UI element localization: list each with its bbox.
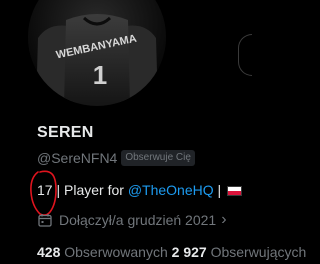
header-edge bbox=[238, 34, 252, 76]
poland-flag-icon bbox=[227, 186, 243, 196]
following-label: Obserwowanych bbox=[60, 244, 168, 260]
profile-avatar[interactable]: WEMBANYAMA 1 bbox=[28, 0, 166, 106]
jersey-number: 1 bbox=[93, 60, 107, 90]
followers-label: Obserwujących bbox=[206, 244, 307, 260]
joined-date: Dołączył/a grudzień 2021 bbox=[59, 212, 217, 228]
follow-stats: 428 Obserwowanych 2 927 Obserwujących bbox=[37, 244, 306, 264]
followers-count: 2 927 bbox=[171, 244, 207, 260]
following-count: 428 bbox=[37, 244, 61, 260]
bio-text: Player for bbox=[64, 182, 128, 198]
user-handle: @SereNFN4 bbox=[37, 150, 118, 166]
bio-number: 17 bbox=[37, 182, 53, 198]
following-link[interactable]: 428 Obserwowanych bbox=[37, 244, 168, 260]
calendar-icon bbox=[38, 214, 52, 227]
followers-link[interactable]: 2 927 Obserwujących bbox=[172, 244, 307, 260]
follows-you-badge: Obserwuje Cię bbox=[121, 150, 195, 166]
bio-mention-link[interactable]: @TheOneHQ bbox=[128, 182, 214, 198]
display-name: SEREN bbox=[37, 124, 94, 141]
chevron-right-icon: › bbox=[221, 211, 227, 228]
handle-row: @SereNFN4 Obserwuje Cię bbox=[37, 149, 195, 167]
avatar-image: WEMBANYAMA 1 bbox=[28, 0, 166, 106]
joined-row[interactable]: Dołączył/a grudzień 2021 › bbox=[38, 210, 227, 230]
profile-bio: 17 | Player for @TheOneHQ | bbox=[37, 181, 243, 199]
bio-separator: | bbox=[52, 182, 64, 198]
bio-separator-end: | bbox=[213, 182, 222, 198]
